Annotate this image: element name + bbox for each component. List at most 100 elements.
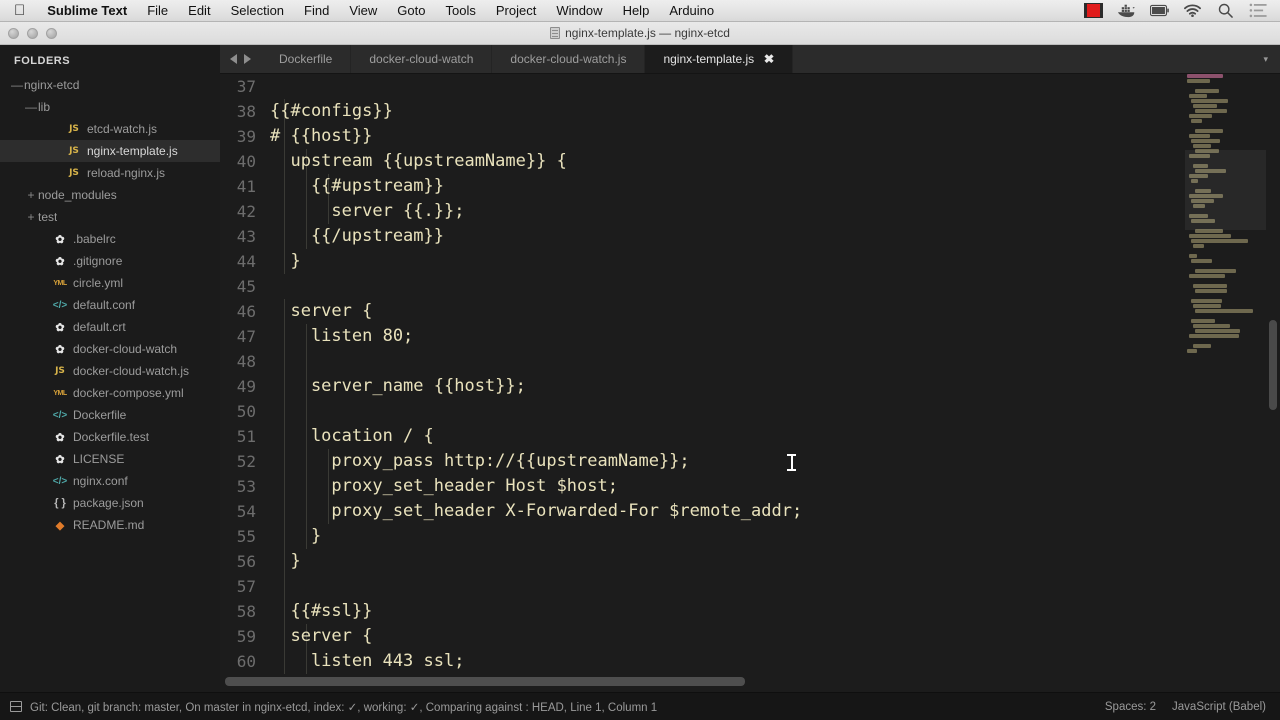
code-line[interactable]: 45 [220, 274, 1185, 299]
sidebar-item-reload-nginx-js[interactable]: JS reload-nginx.js [0, 162, 220, 184]
code-line[interactable]: 59 server { [220, 624, 1185, 649]
code-line[interactable]: 57 [220, 574, 1185, 599]
code-line[interactable]: 51 location / { [220, 424, 1185, 449]
code-line[interactable]: 48 [220, 349, 1185, 374]
sidebar-file-tree[interactable]: FOLDERS — nginx-etcd — lib JS etcd-watch.js JS… [0, 45, 220, 720]
battery-icon[interactable] [1150, 3, 1169, 18]
close-window-button[interactable] [8, 28, 19, 39]
menu-item-sublime-text[interactable]: Sublime Text [37, 3, 137, 18]
code-line[interactable]: 41 {{#upstream}} [220, 174, 1185, 199]
close-tab-icon[interactable]: ✖ [764, 53, 775, 65]
code-line[interactable]: 52 proxy_pass http://{{upstreamName}}; [220, 449, 1185, 474]
sidebar-item-dockerfile-test[interactable]: ✿ Dockerfile.test [0, 426, 220, 448]
wifi-icon[interactable] [1183, 3, 1202, 18]
zoom-window-button[interactable] [46, 28, 57, 39]
vertical-scrollbar[interactable] [1266, 74, 1280, 686]
menu-item-edit[interactable]: Edit [178, 3, 220, 18]
prev-tab-arrow-icon[interactable] [230, 54, 237, 64]
notification-center-icon[interactable] [1249, 3, 1268, 18]
code-line[interactable]: 44 } [220, 249, 1185, 274]
code-line[interactable]: 50 [220, 399, 1185, 424]
git-status-icon[interactable] [10, 701, 22, 712]
menu-item-file[interactable]: File [137, 3, 178, 18]
tab-docker-cloud-watch-js[interactable]: docker-cloud-watch.js [492, 45, 646, 73]
sidebar-item-dockerfile[interactable]: </> Dockerfile [0, 404, 220, 426]
code-line[interactable]: 60 listen 443 ssl; [220, 649, 1185, 674]
tab-dockerfile[interactable]: Dockerfile [261, 45, 352, 73]
sidebar-row-list[interactable]: — nginx-etcd — lib JS etcd-watch.js JS nginx-te… [0, 74, 220, 536]
apple-menu-icon[interactable]:  [14, 3, 25, 18]
code-line[interactable]: 39 # {{host}} [220, 124, 1185, 149]
line-number: 47 [236, 327, 256, 346]
menu-item-goto[interactable]: Goto [387, 3, 435, 18]
sidebar-item-package-json[interactable]: { } package.json [0, 492, 220, 514]
sidebar-item-default-crt[interactable]: ✿ default.crt [0, 316, 220, 338]
code-line[interactable]: 38 {{#configs}} [220, 99, 1185, 124]
chevron-down-icon[interactable]: ▾ [1263, 54, 1268, 65]
menu-item-selection[interactable]: Selection [221, 3, 294, 18]
sidebar-item-nginx-template-js[interactable]: JS nginx-template.js [0, 140, 220, 162]
menu-item-find[interactable]: Find [294, 3, 339, 18]
tab-nav-arrows[interactable] [220, 45, 261, 73]
horizontal-scrollbar[interactable] [220, 674, 1266, 688]
sidebar-item-docker-cloud-watch[interactable]: ✿ docker-cloud-watch [0, 338, 220, 360]
sidebar-item-docker-compose-yml[interactable]: YML docker-compose.yml [0, 382, 220, 404]
code-minimap[interactable] [1185, 74, 1266, 686]
code-line[interactable]: 53 proxy_set_header Host $host; [220, 474, 1185, 499]
code-line[interactable]: 49 server_name {{host}}; [220, 374, 1185, 399]
menu-item-arduino[interactable]: Arduino [659, 3, 724, 18]
code-line[interactable]: 55 } [220, 524, 1185, 549]
sidebar-item-readme-md[interactable]: ◆ README.md [0, 514, 220, 536]
next-tab-arrow-icon[interactable] [244, 54, 251, 64]
tab-nginx-template-js[interactable]: nginx-template.js ✖ [645, 45, 794, 73]
sidebar-item-nginx-conf[interactable]: </> nginx.conf [0, 470, 220, 492]
menu-item-view[interactable]: View [339, 3, 387, 18]
editor-tab-bar[interactable]: Dockerfile docker-cloud-watch docker-cloud… [220, 45, 1280, 74]
menu-item-help[interactable]: Help [613, 3, 660, 18]
screen-recorder-icon[interactable] [1084, 3, 1103, 18]
sidebar-item-gitignore[interactable]: ✿ .gitignore [0, 250, 220, 272]
docker-whale-icon[interactable] [1117, 3, 1136, 18]
sidebar-item-etcd-watch-js[interactable]: JS etcd-watch.js [0, 118, 220, 140]
code-line[interactable]: 46 server { [220, 299, 1185, 324]
status-indentation[interactable]: Spaces: 2 [1105, 701, 1156, 713]
code-line[interactable]: 40 upstream {{upstreamName}} { [220, 149, 1185, 174]
js-file-icon: JS [55, 366, 65, 376]
sidebar-item-test[interactable]: + test [0, 206, 220, 228]
sidebar-item-license[interactable]: ✿ LICENSE [0, 448, 220, 470]
horizontal-scrollbar-thumb[interactable] [225, 677, 745, 686]
code-line[interactable]: 58 {{#ssl}} [220, 599, 1185, 624]
vertical-scrollbar-thumb[interactable] [1269, 320, 1277, 410]
sidebar-item-lib[interactable]: — lib [0, 96, 220, 118]
tab-docker-cloud-watch[interactable]: docker-cloud-watch [351, 45, 493, 73]
expand-twisty-icon[interactable]: + [24, 210, 38, 224]
code-line[interactable]: 56 } [220, 549, 1185, 574]
tab-list[interactable]: Dockerfile docker-cloud-watch docker-cloud… [261, 45, 794, 73]
collapse-twisty-icon[interactable]: — [10, 78, 24, 92]
code-editor[interactable]: 37 38 {{#configs}} 39 # {{host}} 40 upstream … [220, 74, 1280, 686]
sidebar-item-default-conf[interactable]: </> default.conf [0, 294, 220, 316]
sidebar-item-node-modules[interactable]: + node_modules [0, 184, 220, 206]
expand-twisty-icon[interactable]: + [24, 188, 38, 202]
code-line[interactable]: 47 listen 80; [220, 324, 1185, 349]
menu-item-project[interactable]: Project [486, 3, 546, 18]
yml-file-icon: YML [53, 389, 67, 397]
search-icon[interactable] [1216, 3, 1235, 18]
sidebar-item-babelrc[interactable]: ✿ .babelrc [0, 228, 220, 250]
status-syntax[interactable]: JavaScript (Babel) [1172, 701, 1266, 713]
minimap-viewport[interactable] [1185, 150, 1266, 230]
minimize-window-button[interactable] [27, 28, 38, 39]
menu-item-window[interactable]: Window [546, 3, 612, 18]
tab-overflow-menu[interactable]: ▾ [1251, 45, 1280, 73]
sidebar-item-circle-yml[interactable]: YML circle.yml [0, 272, 220, 294]
sidebar-item-docker-cloud-watch-js[interactable]: JS docker-cloud-watch.js [0, 360, 220, 382]
code-line[interactable]: 54 proxy_set_header X-Forwarded-For $rem… [220, 499, 1185, 524]
code-line[interactable]: 42 server {{.}}; [220, 199, 1185, 224]
sidebar-item-nginx-etcd[interactable]: — nginx-etcd [0, 74, 220, 96]
code-line[interactable]: 37 [220, 74, 1185, 99]
code-line[interactable]: 43 {{/upstream}} [220, 224, 1185, 249]
window-traffic-lights[interactable] [8, 28, 57, 39]
code-text-area[interactable]: 37 38 {{#configs}} 39 # {{host}} 40 upstream … [220, 74, 1185, 686]
menu-item-tools[interactable]: Tools [435, 3, 485, 18]
collapse-twisty-icon[interactable]: — [24, 100, 38, 114]
